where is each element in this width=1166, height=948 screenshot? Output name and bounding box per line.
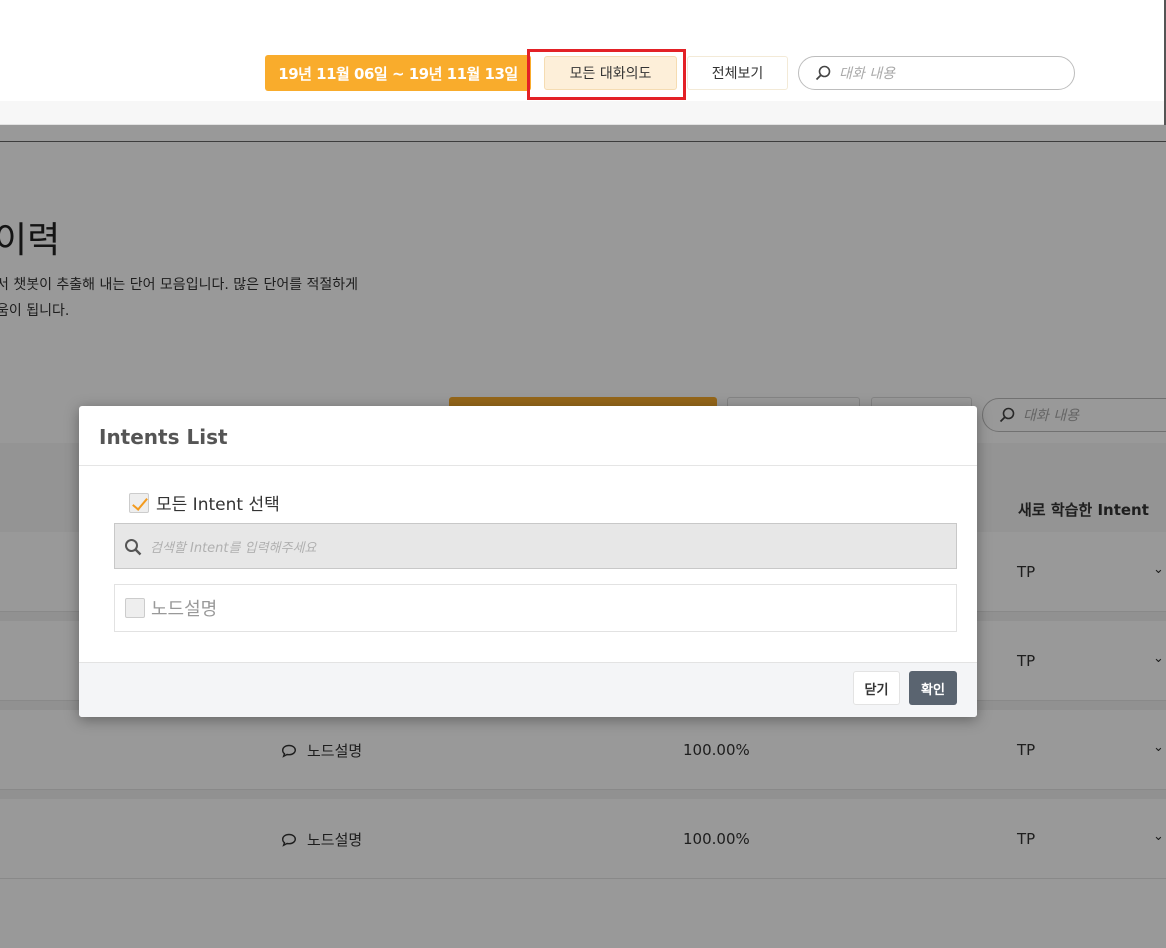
intent-item[interactable]: 노드설명 bbox=[114, 584, 957, 632]
intent-search-placeholder: 검색할 Intent를 입력해주세요 bbox=[150, 540, 317, 556]
search-icon bbox=[124, 538, 142, 556]
select-all-label: 모든 Intent 선택 bbox=[156, 495, 280, 515]
modal-footer: 닫기 확인 bbox=[79, 662, 977, 717]
top-filter-bar: 19년 11월 06일 ~ 19년 11월 13일 모든 대화의도 전체보기 대… bbox=[0, 0, 1166, 101]
intent-item-label: 노드설명 bbox=[151, 599, 218, 620]
modal-title: Intents List bbox=[99, 425, 228, 449]
highlight-outline bbox=[527, 49, 686, 100]
checkbox-unchecked-icon[interactable] bbox=[125, 598, 145, 618]
confirm-button[interactable]: 확인 bbox=[909, 671, 957, 705]
conversation-search-input[interactable]: 대화 내용 bbox=[798, 56, 1075, 90]
search-placeholder: 대화 내용 bbox=[839, 66, 895, 82]
search-icon bbox=[815, 65, 831, 81]
divider bbox=[79, 465, 977, 466]
intents-list-modal: Intents List 모든 Intent 선택 검색할 Intent를 입력… bbox=[79, 406, 977, 717]
close-button[interactable]: 닫기 bbox=[853, 671, 900, 705]
header-strip bbox=[0, 101, 1166, 125]
date-range-button[interactable]: 19년 11월 06일 ~ 19년 11월 13일 bbox=[265, 55, 531, 91]
view-all-button[interactable]: 전체보기 bbox=[687, 56, 788, 90]
select-all-intents-checkbox[interactable]: 모든 Intent 선택 bbox=[129, 490, 280, 515]
checkbox-checked-icon[interactable] bbox=[129, 492, 149, 513]
intent-search-input[interactable]: 검색할 Intent를 입력해주세요 bbox=[114, 523, 957, 569]
